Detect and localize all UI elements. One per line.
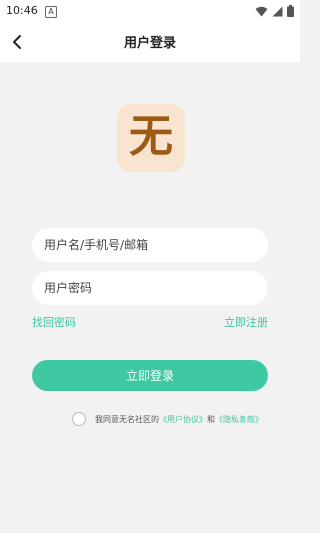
agreement-prefix: 我同意无名社区的 xyxy=(95,414,159,424)
password-input[interactable] xyxy=(32,271,268,305)
nav-bar: 用户登录 xyxy=(0,22,300,62)
battery-icon xyxy=(287,5,294,17)
logo-glyph: 无 xyxy=(129,111,173,162)
page-title: 用户登录 xyxy=(123,36,176,51)
user-agreement-link[interactable]: 《用户协议》 xyxy=(159,415,207,424)
privacy-link[interactable]: 《隐私条款》 xyxy=(215,415,263,424)
signal-icon xyxy=(272,6,283,16)
status-icons xyxy=(255,5,294,17)
agreement-row: 我同意无名社区的《用户协议》和《隐私条款》 xyxy=(72,412,263,426)
login-button[interactable]: 立即登录 xyxy=(32,360,268,391)
register-link[interactable]: 立即注册 xyxy=(224,314,268,330)
wifi-icon xyxy=(255,6,268,16)
agreement-text: 我同意无名社区的《用户协议》和《隐私条款》 xyxy=(95,414,263,425)
notification-icon: A xyxy=(45,6,57,18)
app-logo: 无 xyxy=(117,104,185,172)
find-password-link[interactable]: 找回密码 xyxy=(32,314,76,330)
agreement-and: 和 xyxy=(207,414,215,424)
status-bar: 10:46 A xyxy=(0,0,300,22)
account-input[interactable] xyxy=(32,228,268,262)
agree-checkbox[interactable] xyxy=(72,412,86,426)
status-time: 10:46 xyxy=(6,4,38,17)
